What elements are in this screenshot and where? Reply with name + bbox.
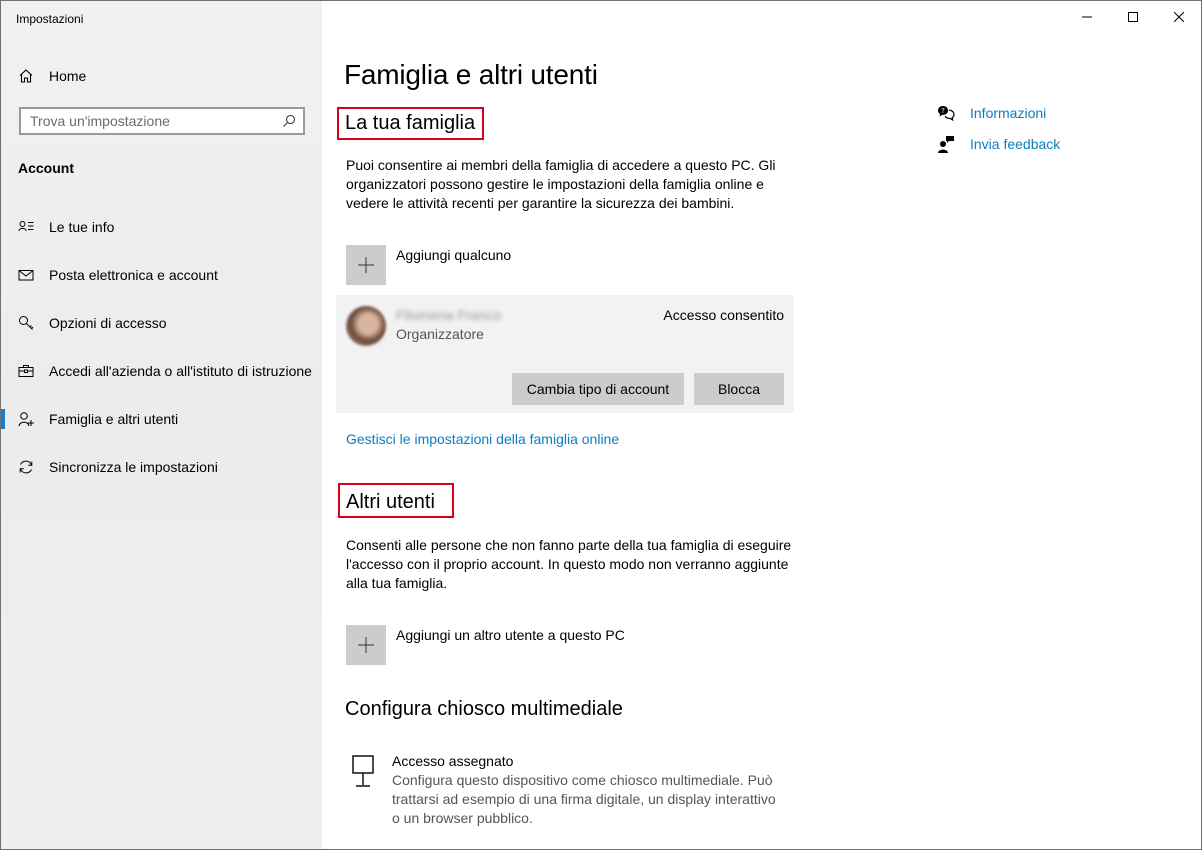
briefcase-icon	[18, 365, 34, 377]
sidebar-item-email[interactable]: Posta elettronica e account	[1, 257, 322, 293]
sidebar-item-family[interactable]: Famiglia e altri utenti	[1, 401, 322, 437]
home-nav[interactable]: Home	[18, 66, 86, 86]
block-button[interactable]: Blocca	[694, 373, 784, 405]
other-users-description: Consenti alle persone che non fanno part…	[346, 537, 792, 591]
add-family-member-button[interactable]: Aggiungi qualcuno	[346, 245, 511, 285]
sidebar-item-label: Accedi all'azienda o all'istituto di ist…	[49, 363, 312, 379]
page-title: Famiglia e altri utenti	[344, 59, 598, 90]
add-family-member-label: Aggiungi qualcuno	[396, 247, 512, 263]
close-icon	[1174, 12, 1184, 22]
home-icon	[19, 69, 33, 83]
help-chat-icon: ?	[938, 106, 955, 122]
sidebar-item-sync[interactable]: Sincronizza le impostazioni	[1, 449, 322, 485]
mail-icon	[18, 270, 34, 281]
key-icon	[19, 316, 34, 330]
help-link-label: Informazioni	[970, 105, 1047, 121]
add-other-user-button[interactable]: Aggiungi un altro utente a questo PC	[346, 625, 625, 665]
search-box[interactable]	[19, 107, 305, 135]
sidebar-section-label: Account	[18, 160, 74, 176]
change-account-type-button[interactable]: Cambia tipo di account	[512, 373, 684, 405]
person-add-icon	[18, 412, 34, 427]
plus-tile	[346, 625, 386, 665]
avatar	[346, 306, 386, 346]
maximize-icon	[1128, 12, 1138, 22]
maximize-button[interactable]	[1110, 1, 1156, 33]
sidebar-item-your-info[interactable]: Le tue info	[1, 209, 322, 245]
feedback-icon	[938, 136, 954, 153]
close-button[interactable]	[1156, 1, 1201, 33]
sidebar-item-label: Sincronizza le impostazioni	[49, 459, 218, 475]
plus-icon	[358, 637, 374, 653]
member-role: Organizzatore	[396, 326, 484, 342]
search-icon[interactable]	[281, 113, 297, 129]
assigned-access-title: Accesso assegnato	[392, 753, 514, 769]
sidebar-item-work-school[interactable]: Accedi all'azienda o all'istituto di ist…	[1, 353, 322, 389]
sidebar-item-label: Famiglia e altri utenti	[49, 411, 179, 427]
user-info-icon	[18, 221, 34, 232]
sync-icon	[19, 460, 33, 474]
svg-text:?: ?	[941, 107, 945, 115]
search-input[interactable]	[30, 113, 281, 129]
plus-tile	[346, 245, 386, 285]
feedback-link-label: Invia feedback	[970, 136, 1061, 152]
plus-icon	[358, 257, 374, 273]
member-status: Accesso consentito	[663, 307, 784, 323]
other-users-heading: Altri utenti	[346, 491, 435, 513]
kiosk-heading: Configura chiosco multimediale	[345, 698, 623, 720]
help-link[interactable]: ? Informazioni	[937, 104, 1046, 122]
member-name: Filomena Franco	[396, 307, 502, 323]
sidebar-item-label: Posta elettronica e account	[49, 267, 218, 283]
kiosk-icon	[352, 755, 374, 787]
window-title: Impostazioni	[16, 12, 84, 26]
family-description: Puoi consentire ai membri della famiglia…	[346, 157, 776, 211]
minimize-icon	[1082, 16, 1092, 18]
add-other-user-label: Aggiungi un altro utente a questo PC	[396, 627, 625, 643]
family-member-card[interactable]: Filomena Franco Organizzatore Accesso co…	[336, 295, 794, 413]
sidebar-item-label: Le tue info	[49, 219, 115, 235]
family-heading: La tua famiglia	[345, 112, 476, 134]
settings-window: Impostazioni Home Account Le tue i	[0, 0, 1202, 850]
feedback-link[interactable]: Invia feedback	[937, 135, 1060, 153]
home-label: Home	[49, 68, 87, 84]
minimize-button[interactable]	[1064, 1, 1110, 33]
sidebar: Impostazioni Home Account Le tue i	[1, 1, 322, 849]
sidebar-item-label: Opzioni di accesso	[49, 315, 167, 331]
assigned-access-description: Configura questo dispositivo come chiosc…	[392, 772, 776, 826]
sidebar-item-sign-in-options[interactable]: Opzioni di accesso	[1, 305, 322, 341]
manage-family-online-link[interactable]: Gestisci le impostazioni della famiglia …	[346, 431, 619, 447]
assigned-access-item[interactable]: Accesso assegnato Configura questo dispo…	[346, 751, 796, 831]
